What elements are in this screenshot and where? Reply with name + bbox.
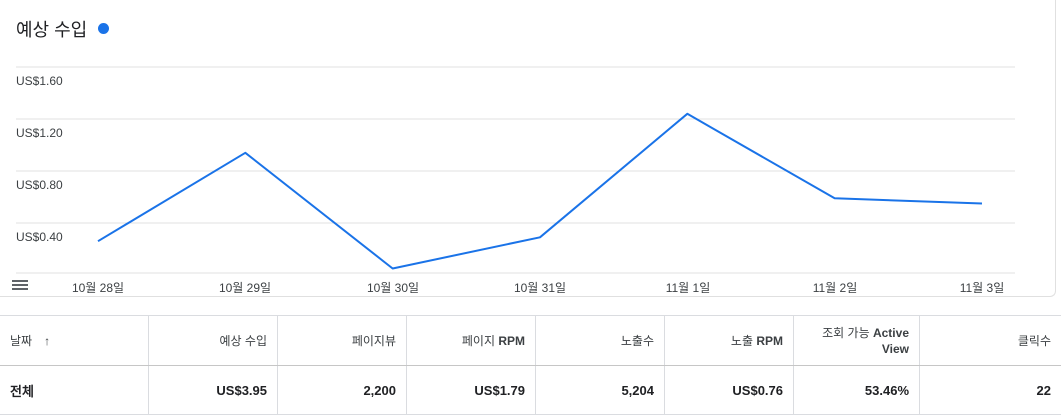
x-tick-label: 10월 30일 <box>366 281 420 295</box>
cell-impression-rpm: US$0.76 <box>664 365 794 415</box>
metrics-table: 날짜 ↑ 예상 수입 페이지뷰 페이지 RPM 노출수 노출 RPM 조회 가능 … <box>0 315 1061 415</box>
cell-earnings: US$3.95 <box>148 365 278 415</box>
column-header-earnings[interactable]: 예상 수입 <box>148 315 278 366</box>
cell-clicks: 22 <box>919 365 1061 415</box>
data-point[interactable] <box>387 263 399 275</box>
column-header-pageviews[interactable]: 페이지뷰 <box>277 315 407 366</box>
x-tick-label: 10월 29일 <box>218 281 272 295</box>
cell-total-label: 전체 <box>0 365 149 415</box>
x-tick-label: 11월 2일 <box>812 281 858 295</box>
earnings-series-line <box>97 112 983 270</box>
y-tick-label: US$1.20 <box>16 126 63 140</box>
x-tick-label: 11월 3일 <box>959 281 1005 295</box>
cell-pageviews: 2,200 <box>277 365 407 415</box>
data-point[interactable] <box>92 235 104 247</box>
line-chart <box>16 66 1015 275</box>
table-header-row: 날짜 ↑ 예상 수입 페이지뷰 페이지 RPM 노출수 노출 RPM 조회 가능 … <box>0 315 1061 366</box>
column-header-page-rpm[interactable]: 페이지 RPM <box>406 315 536 366</box>
column-header-clicks[interactable]: 클릭수 <box>919 315 1061 366</box>
cell-active-view: 53.46% <box>793 365 920 415</box>
earnings-chart-card: 예상 수입 US$1.60 US$1.20 US$0.80 US$0.40 10… <box>0 0 1056 297</box>
data-point[interactable] <box>239 147 251 159</box>
y-tick-label: US$1.60 <box>16 74 63 88</box>
hamburger-menu-icon[interactable] <box>12 280 28 294</box>
column-header-impressions[interactable]: 노출수 <box>535 315 665 366</box>
x-tick-label: 10월 28일 <box>71 281 125 295</box>
column-header-impression-rpm[interactable]: 노출 RPM <box>664 315 794 366</box>
data-point[interactable] <box>534 231 546 243</box>
data-point[interactable] <box>681 108 693 120</box>
y-tick-label: US$0.40 <box>16 230 63 244</box>
column-header-active-view[interactable]: 조회 가능 Active View <box>793 315 920 366</box>
cell-impressions: 5,204 <box>535 365 665 415</box>
y-tick-label: US$0.80 <box>16 178 63 192</box>
data-point[interactable] <box>829 192 841 204</box>
cell-page-rpm: US$1.79 <box>406 365 536 415</box>
x-tick-label: 11월 1일 <box>665 281 711 295</box>
x-tick-label: 10월 31일 <box>513 281 567 295</box>
arrow-up-icon[interactable]: ↑ <box>44 333 50 349</box>
column-header-date[interactable]: 날짜 ↑ <box>0 315 149 366</box>
data-point[interactable] <box>976 198 988 210</box>
table-row-total: 전체 US$3.95 2,200 US$1.79 5,204 US$0.76 5… <box>0 365 1061 415</box>
